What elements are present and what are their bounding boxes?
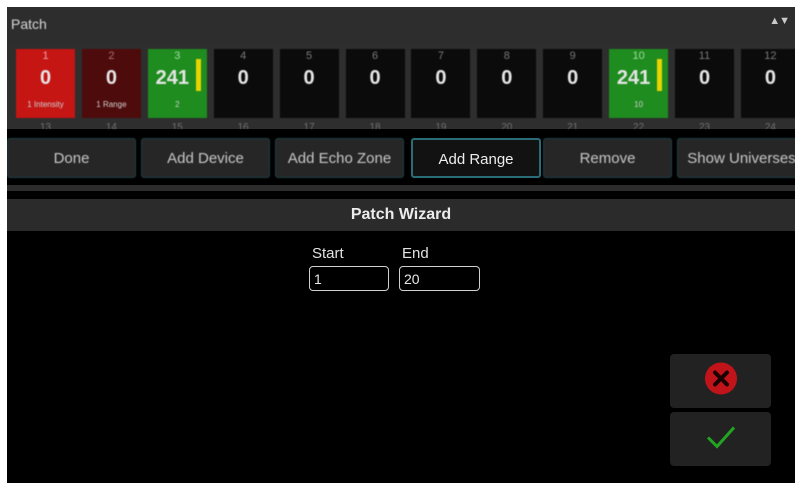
tab-remove[interactable]: Remove [543,138,672,178]
channel-number: 2 [108,50,115,62]
patch-toolbar: Done Add Device Add Echo Zone Add Range Remo… [7,135,795,183]
patch-window: Patch ▲▼ 101 Intensity 2 0 1 Range 3 241 2 4 0 5 0… [7,7,795,483]
channel-value: 0 [237,67,249,89]
channel-tile[interactable]: 2 0 1 Range [81,49,141,118]
channel-tile[interactable]: 70 [411,49,471,118]
channel-address: 20 [501,122,513,129]
channel-grid: 101 Intensity 2 0 1 Range 3 241 2 4 0 5 0 6 0 7 0 8 0 9 0 1… [7,43,795,129]
channel-address: 24 [764,122,776,129]
tab-add-range[interactable]: Add Range [411,138,541,178]
channel-tile[interactable]: 50 [279,49,339,118]
channel-label: 1 Range [96,100,127,109]
channel-tile[interactable]: 12 0 [740,49,795,118]
end-label: End [402,245,429,262]
channel-tile[interactable]: 60 [345,49,405,118]
channel-label: 10 [634,100,644,109]
channel-tile[interactable]: 1 0 1 Intensity [16,49,75,118]
channel-address: 17 [303,122,315,129]
channel-label: 1 Intensity [27,100,64,109]
channel-value: 0 [105,67,117,89]
channel-value: 0 [369,67,381,89]
channel-address: 21 [567,122,579,129]
channel-address: 23 [698,122,711,129]
channel-number: 4 [240,50,247,62]
tab-add-echo-zone[interactable]: Add Echo Zone [275,138,404,178]
channel-tile[interactable]: 11 0 [675,49,734,118]
channel-number: 11 [698,50,711,62]
start-field[interactable] [309,266,389,291]
channel-tile[interactable]: 90 [543,49,603,118]
channel-value: 0 [567,67,579,89]
channel-address: 14 [105,122,117,129]
channel-value: 0 [501,67,513,89]
channel-number: 8 [503,50,510,62]
channel-value: 0 [39,67,52,89]
checkmark-icon [704,423,738,456]
channel-number: 7 [437,50,444,62]
start-label: Start [312,245,344,262]
channel-address: 18 [369,122,381,129]
channel-number: 12 [764,50,777,62]
tab-show-universes[interactable]: Show Universes [677,138,795,178]
tab-add-device[interactable]: Add Device [141,138,270,178]
level-bar [195,59,201,91]
channel-value: 0 [435,67,447,89]
close-circle-icon [704,362,738,401]
confirm-button[interactable] [670,412,771,466]
channel-tile[interactable]: 3 241 2 [147,49,207,118]
channel-value: 0 [698,67,711,89]
channel-number: 5 [306,50,313,62]
channel-address: 15 [171,122,183,129]
channel-address: 16 [237,122,249,129]
channel-address: 13 [39,122,52,129]
scroll-arrows-icon[interactable]: ▲▼ [769,15,790,27]
channel-tile[interactable]: 40 [213,49,273,118]
channel-address: 22 [633,122,645,129]
wizard-title: Patch Wizard [7,199,795,231]
tab-done[interactable]: Done [7,138,136,178]
channel-value: 0 [764,67,776,89]
channel-value: 0 [303,67,315,89]
channel-address: 19 [435,122,447,129]
channel-number: 6 [371,50,379,62]
title-bar: Patch ▲▼ [7,7,795,43]
channel-number: 1 [42,50,49,62]
channel-tile[interactable]: 80 [477,49,537,118]
cancel-button[interactable] [670,354,771,408]
channel-number: 9 [569,50,576,62]
channel-tile[interactable]: 10 241 10 [609,49,669,118]
divider [7,185,795,191]
channel-label: 2 [175,100,180,109]
end-field[interactable] [399,266,480,291]
window-title: Patch [11,16,47,32]
level-bar [657,59,663,91]
